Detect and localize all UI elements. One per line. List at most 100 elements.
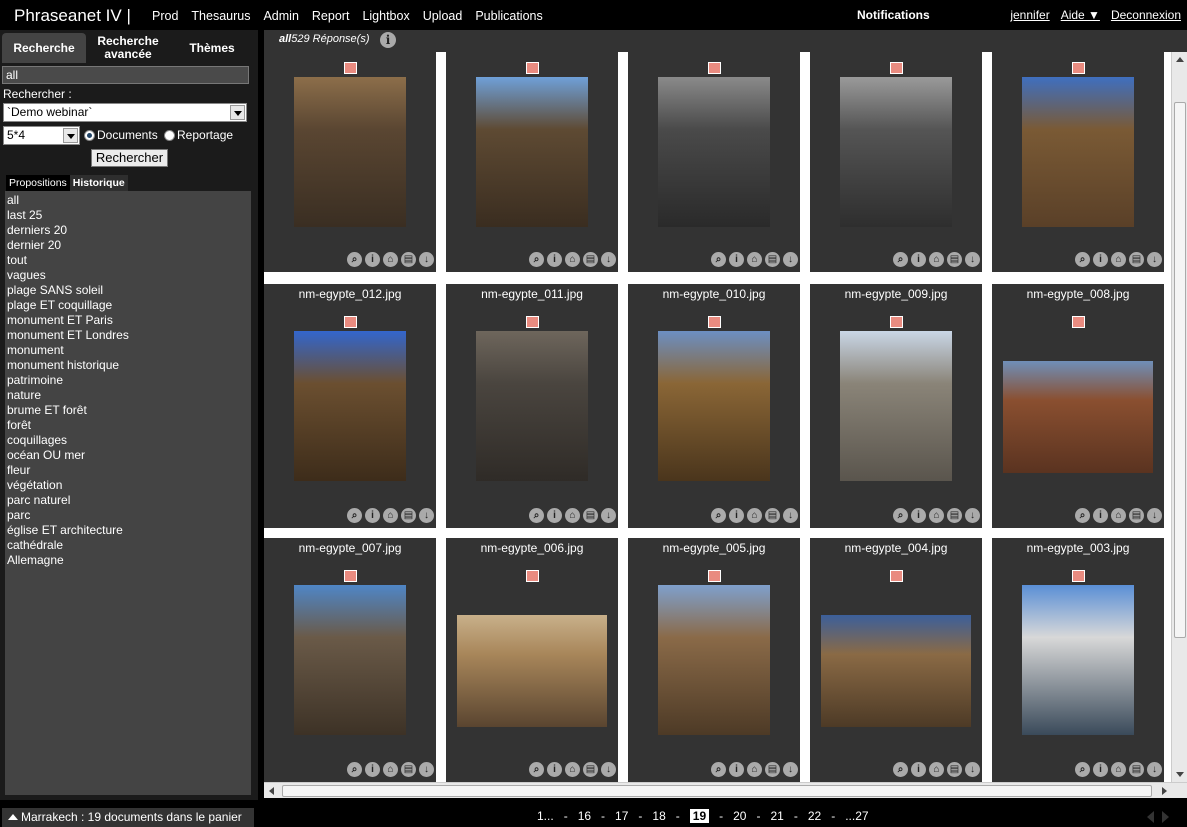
info-icon[interactable]: i: [1093, 762, 1108, 777]
thumbnail-image[interactable]: [457, 615, 607, 727]
nav-admin[interactable]: Admin: [263, 9, 298, 23]
info-icon[interactable]: i: [1093, 252, 1108, 267]
thumbnail-image[interactable]: [1022, 585, 1134, 735]
basket-icon[interactable]: ⌂: [1111, 762, 1126, 777]
select-checkbox[interactable]: [526, 570, 539, 582]
select-checkbox[interactable]: [708, 316, 721, 328]
user-link[interactable]: jennifer: [1010, 8, 1049, 22]
tab-propositions[interactable]: Propositions: [6, 175, 70, 191]
thumbnail-image[interactable]: [840, 331, 952, 481]
scroll-left-icon[interactable]: [269, 787, 274, 795]
basket-bar[interactable]: Marrakech : 19 documents dans le panier: [2, 808, 254, 827]
nav-report[interactable]: Report: [312, 9, 350, 23]
thumbnail-image[interactable]: [476, 331, 588, 481]
scroll-right-icon[interactable]: [1162, 787, 1167, 795]
tab-historique[interactable]: Historique: [69, 175, 128, 191]
help-menu[interactable]: Aide ▼: [1061, 8, 1100, 22]
thumbnail-image[interactable]: [294, 77, 406, 227]
info-icon[interactable]: i: [365, 762, 380, 777]
result-thumbnail[interactable]: nm-egypte_005.jpg ⌕ i ⌂ ▤ ↓: [628, 538, 800, 782]
result-thumbnail[interactable]: nm-egypte_006.jpg ⌕ i ⌂ ▤ ↓: [446, 538, 618, 782]
download-icon[interactable]: ↓: [601, 508, 616, 523]
basket-icon[interactable]: ⌂: [929, 508, 944, 523]
select-checkbox[interactable]: [890, 570, 903, 582]
mode-reportage-radio[interactable]: Reportage: [164, 128, 233, 142]
history-item[interactable]: église ET architecture: [7, 523, 249, 538]
basket-icon[interactable]: ⌂: [565, 508, 580, 523]
thumbnail-image[interactable]: [658, 331, 770, 481]
download-icon[interactable]: ↓: [1147, 508, 1162, 523]
zoom-icon[interactable]: ⌕: [347, 762, 362, 777]
result-thumbnail[interactable]: ⌕ i ⌂ ▤ ↓: [446, 52, 618, 272]
download-icon[interactable]: ↓: [965, 762, 980, 777]
history-item[interactable]: patrimoine: [7, 373, 249, 388]
download-icon[interactable]: ↓: [1147, 252, 1162, 267]
info-icon[interactable]: i: [729, 762, 744, 777]
zoom-icon[interactable]: ⌕: [711, 762, 726, 777]
print-icon[interactable]: ▤: [1129, 508, 1144, 523]
select-checkbox[interactable]: [1072, 316, 1085, 328]
info-icon[interactable]: i: [547, 508, 562, 523]
history-item[interactable]: all: [7, 193, 249, 208]
print-icon[interactable]: ▤: [401, 762, 416, 777]
history-item[interactable]: plage ET coquillage: [7, 298, 249, 313]
search-input[interactable]: [2, 66, 249, 84]
history-item[interactable]: monument ET Paris: [7, 313, 249, 328]
result-thumbnail[interactable]: nm-egypte_008.jpg ⌕ i ⌂ ▤ ↓: [992, 284, 1164, 528]
result-thumbnail[interactable]: nm-egypte_011.jpg ⌕ i ⌂ ▤ ↓: [446, 284, 618, 528]
nav-publications[interactable]: Publications: [475, 9, 542, 23]
basket-icon[interactable]: ⌂: [383, 762, 398, 777]
print-icon[interactable]: ▤: [947, 508, 962, 523]
page-link[interactable]: ...27: [845, 809, 868, 823]
app-brand[interactable]: Phraseanet IV |: [14, 6, 131, 26]
select-checkbox[interactable]: [526, 62, 539, 74]
select-checkbox[interactable]: [890, 316, 903, 328]
thumbnail-image[interactable]: [658, 585, 770, 735]
basket-icon[interactable]: ⌂: [1111, 508, 1126, 523]
thumbnail-image[interactable]: [1003, 361, 1153, 473]
print-icon[interactable]: ▤: [583, 762, 598, 777]
result-thumbnail[interactable]: ⌕ i ⌂ ▤ ↓: [628, 52, 800, 272]
history-item[interactable]: fleur: [7, 463, 249, 478]
zoom-icon[interactable]: ⌕: [529, 508, 544, 523]
basket-icon[interactable]: ⌂: [929, 762, 944, 777]
history-item[interactable]: océan OU mer: [7, 448, 249, 463]
page-link[interactable]: 22: [808, 809, 821, 823]
select-checkbox[interactable]: [708, 570, 721, 582]
page-link[interactable]: 1...: [537, 809, 554, 823]
history-item[interactable]: cathédrale: [7, 538, 249, 553]
history-item[interactable]: forêt: [7, 418, 249, 433]
info-icon[interactable]: i: [1093, 508, 1108, 523]
basket-icon[interactable]: ⌂: [565, 762, 580, 777]
download-icon[interactable]: ↓: [965, 252, 980, 267]
print-icon[interactable]: ▤: [765, 762, 780, 777]
download-icon[interactable]: ↓: [419, 762, 434, 777]
history-item[interactable]: dernier 20: [7, 238, 249, 253]
scroll-thumb[interactable]: [1174, 102, 1186, 638]
zoom-icon[interactable]: ⌕: [893, 762, 908, 777]
history-item[interactable]: brume ET forêt: [7, 403, 249, 418]
info-icon[interactable]: i: [365, 252, 380, 267]
history-item[interactable]: Allemagne: [7, 553, 249, 568]
print-icon[interactable]: ▤: [583, 508, 598, 523]
zoom-icon[interactable]: ⌕: [711, 252, 726, 267]
result-thumbnail[interactable]: ⌕ i ⌂ ▤ ↓: [264, 52, 436, 272]
history-item[interactable]: coquillages: [7, 433, 249, 448]
scroll-up-icon[interactable]: [1176, 57, 1184, 62]
tab-advanced-search[interactable]: Recherche avancée: [86, 33, 170, 63]
print-icon[interactable]: ▤: [1129, 762, 1144, 777]
notifications-button[interactable]: Notifications: [857, 8, 930, 22]
tab-search[interactable]: Recherche: [2, 33, 86, 63]
select-checkbox[interactable]: [344, 570, 357, 582]
zoom-icon[interactable]: ⌕: [347, 252, 362, 267]
history-item[interactable]: tout: [7, 253, 249, 268]
download-icon[interactable]: ↓: [783, 762, 798, 777]
info-icon[interactable]: i: [547, 252, 562, 267]
history-item[interactable]: parc naturel: [7, 493, 249, 508]
download-icon[interactable]: ↓: [601, 252, 616, 267]
zoom-icon[interactable]: ⌕: [529, 252, 544, 267]
previous-page-icon[interactable]: [1147, 811, 1154, 823]
search-button[interactable]: Rechercher: [91, 149, 168, 167]
print-icon[interactable]: ▤: [1129, 252, 1144, 267]
history-item[interactable]: vagues: [7, 268, 249, 283]
